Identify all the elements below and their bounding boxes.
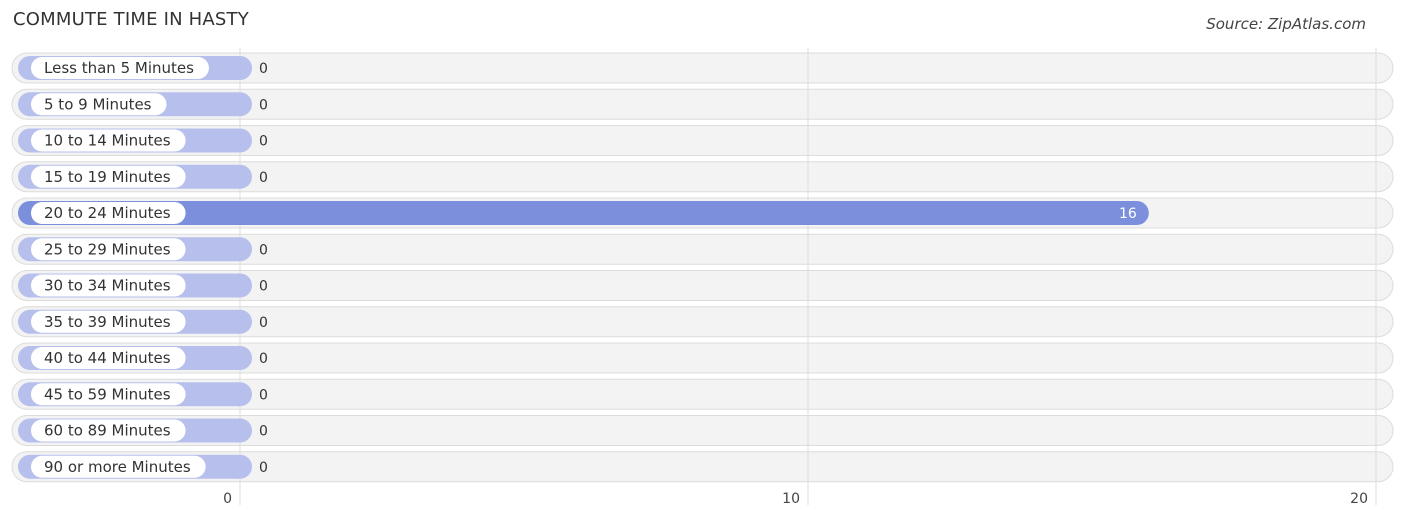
category-label: 40 to 44 Minutes bbox=[44, 349, 171, 367]
value-label: 0 bbox=[259, 61, 268, 77]
category-label: Less than 5 Minutes bbox=[44, 59, 194, 77]
x-tick-label: 10 bbox=[782, 491, 800, 507]
category-label: 5 to 9 Minutes bbox=[44, 95, 152, 113]
x-tick-label: 0 bbox=[223, 491, 232, 507]
category-label: 30 to 34 Minutes bbox=[44, 277, 171, 295]
value-label: 0 bbox=[259, 460, 268, 476]
value-label: 0 bbox=[259, 387, 268, 403]
value-label: 0 bbox=[259, 97, 268, 113]
x-tick-label: 20 bbox=[1350, 491, 1368, 507]
value-label: 0 bbox=[259, 242, 268, 258]
value-label: 0 bbox=[259, 279, 268, 295]
value-label: 0 bbox=[259, 351, 268, 367]
category-label: 45 to 59 Minutes bbox=[44, 385, 171, 403]
value-label: 0 bbox=[259, 315, 268, 331]
bar-chart: Less than 5 Minutes 0 5 to 9 Minutes 0 10 to… bbox=[11, 48, 1394, 507]
category-label: 35 to 39 Minutes bbox=[44, 313, 171, 331]
category-label: 15 to 19 Minutes bbox=[44, 168, 171, 186]
value-label: 16 bbox=[1119, 206, 1137, 222]
value-label: 0 bbox=[259, 134, 268, 150]
category-label: 25 to 29 Minutes bbox=[44, 240, 171, 258]
category-label: 20 to 24 Minutes bbox=[44, 204, 171, 222]
value-label: 0 bbox=[259, 170, 268, 186]
category-label: 10 to 14 Minutes bbox=[44, 132, 171, 150]
category-label: 90 or more Minutes bbox=[44, 458, 191, 476]
bar bbox=[18, 201, 1149, 225]
value-label: 0 bbox=[259, 424, 268, 440]
category-label: 60 to 89 Minutes bbox=[44, 422, 171, 440]
